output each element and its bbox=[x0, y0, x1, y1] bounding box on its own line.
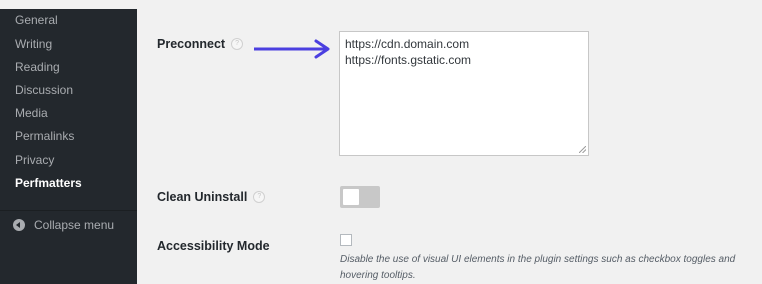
accessibility-mode-description: Disable the use of visual UI elements in… bbox=[340, 254, 736, 281]
sidebar-item-discussion[interactable]: Discussion bbox=[15, 82, 73, 98]
help-icon[interactable]: ? bbox=[253, 191, 266, 203]
sidebar-item-reading[interactable]: Reading bbox=[15, 59, 60, 75]
preconnect-label: Preconnect bbox=[157, 37, 226, 51]
preconnect-row-label: Preconnect ? bbox=[157, 37, 244, 51]
sidebar-divider bbox=[0, 210, 137, 211]
sidebar-item-privacy[interactable]: Privacy bbox=[15, 152, 54, 168]
sidebar-item-media[interactable]: Media bbox=[15, 105, 48, 121]
collapse-menu-label: Collapse menu bbox=[34, 218, 115, 232]
sidebar-item-perfmatters[interactable]: Perfmatters bbox=[15, 175, 82, 191]
help-icon[interactable]: ? bbox=[231, 38, 244, 50]
clean-uninstall-toggle[interactable] bbox=[340, 186, 380, 208]
preconnect-url: https://fonts.gstatic.com bbox=[345, 52, 472, 67]
preconnect-url: https://cdn.domain.com bbox=[345, 37, 470, 51]
accessibility-mode-row-label: Accessibility Mode bbox=[157, 239, 270, 253]
admin-sidebar: General Writing Reading Discussion Media… bbox=[0, 0, 137, 284]
sidebar-item-general[interactable]: General bbox=[15, 12, 58, 28]
clean-uninstall-row-label: Clean Uninstall ? bbox=[157, 190, 266, 204]
sidebar-item-permalinks[interactable]: Permalinks bbox=[15, 128, 74, 144]
toggle-knob bbox=[343, 189, 359, 205]
collapse-menu-button[interactable]: Collapse menu bbox=[13, 216, 114, 234]
accessibility-mode-label: Accessibility Mode bbox=[157, 239, 270, 253]
preconnect-textarea[interactable]: https://cdn.domain.com https://fonts.gst… bbox=[339, 31, 589, 156]
accessibility-mode-checkbox[interactable] bbox=[340, 234, 352, 246]
arrow-annotation bbox=[254, 39, 330, 59]
sidebar-item-writing[interactable]: Writing bbox=[15, 36, 52, 52]
clean-uninstall-label: Clean Uninstall bbox=[157, 190, 248, 204]
settings-content: Preconnect ? https://cdn.domain.com http… bbox=[137, 0, 762, 284]
resize-handle-icon[interactable] bbox=[579, 146, 586, 153]
collapse-icon bbox=[13, 219, 25, 231]
